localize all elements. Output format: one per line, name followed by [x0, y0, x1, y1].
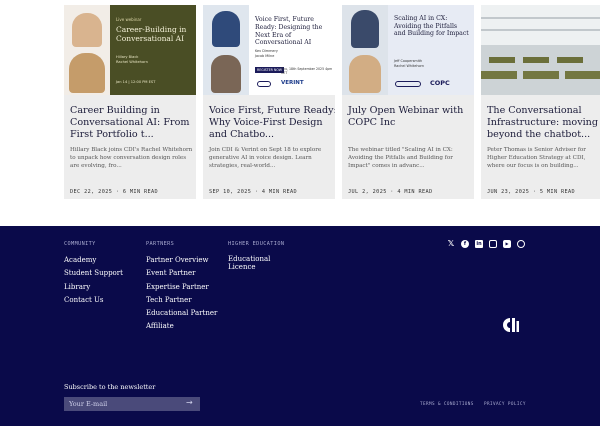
linkedin-icon[interactable]: in	[475, 240, 483, 248]
article-title[interactable]: The Conversational Infrastructure: movin…	[487, 105, 599, 141]
article-meta: SEP 10, 2025 · 4 MIN READ	[209, 189, 298, 195]
footer-link-academy[interactable]: Academy	[64, 254, 123, 267]
cdi-logo	[395, 81, 421, 87]
thumb-kicker: Live webinar	[116, 17, 142, 22]
article-meta: JUL 2, 2025 · 4 MIN READ	[348, 189, 433, 195]
article-card[interactable]: Scaling AI in CX: Avoiding the Pitfalls …	[342, 5, 474, 199]
speaker-photos	[64, 5, 110, 95]
hall-windows	[481, 5, 600, 45]
article-meta: JUN 23, 2025 · 5 MIN READ	[487, 189, 576, 195]
related-articles: Live webinar Career-Building in Conversa…	[0, 0, 600, 226]
footer-heading-higher-education: HIGHER EDUCATION	[228, 241, 285, 247]
speaker-photos	[203, 5, 249, 95]
article-card[interactable]: The Conversational Infrastructure: movin…	[481, 5, 600, 199]
thumb-speakers: Hillary Black Rachel Whitehorn	[116, 55, 148, 64]
article-excerpt: Peter Thomas is Senior Adviser for Highe…	[487, 147, 586, 169]
article-card[interactable]: Live webinar Career-Building in Conversa…	[64, 5, 196, 199]
footer-link-affiliate[interactable]: Affiliate	[146, 320, 217, 333]
thumb-speakers: Jeff Coopersmith Rachel Whitehorn	[394, 59, 425, 68]
footer-links-higher-education: Educational Licence	[228, 255, 288, 271]
speaker-photo	[72, 13, 102, 47]
thumb-heading: Career-Building in Conversational AI	[116, 25, 187, 43]
article-thumbnail[interactable]: Scaling AI in CX: Avoiding the Pitfalls …	[342, 5, 474, 95]
site-footer: COMMUNITY Academy Student Support Librar…	[0, 226, 600, 426]
thumb-date: Jan 14 | 12:00 PM EST	[116, 80, 156, 84]
article-thumbnail[interactable]: Voice First, Future Ready: Designing the…	[203, 5, 335, 95]
instagram-icon[interactable]	[489, 240, 497, 248]
thumb-heading: Scaling AI in CX: Avoiding the Pitfalls …	[394, 15, 469, 38]
article-title[interactable]: Career Building in Conversational AI: Fr…	[70, 105, 196, 141]
article-thumbnail[interactable]: Live webinar Career-Building in Conversa…	[64, 5, 196, 95]
article-title[interactable]: July Open Webinar with COPC Inc	[348, 105, 474, 129]
article-title[interactable]: Voice First, Future Ready: Why Voice-Fir…	[209, 105, 335, 141]
footer-links-partners: Partner Overview Event Partner Expertise…	[146, 254, 217, 334]
article-excerpt: Join CDI & Verint on Sept 18 to explore …	[209, 147, 322, 169]
partner-logo: VERINT	[281, 80, 304, 86]
article-card[interactable]: Voice First, Future Ready: Designing the…	[203, 5, 335, 199]
speaker-photos	[342, 5, 388, 95]
footer-link-student-support[interactable]: Student Support	[64, 267, 123, 280]
footer-link-expertise-partner[interactable]: Expertise Partner	[146, 281, 217, 294]
facebook-icon[interactable]: f	[461, 240, 469, 248]
footer-heading-partners: PARTNERS	[146, 241, 175, 247]
cdi-logo-icon	[503, 318, 519, 332]
x-icon[interactable]: 𝕏	[447, 240, 455, 248]
footer-heading-community: COMMUNITY	[64, 241, 96, 247]
submit-arrow-icon[interactable]: →	[186, 398, 193, 407]
thumb-date: Thu, 18th September 2025 4pm CET	[281, 67, 333, 75]
newsletter-email-input[interactable]	[64, 397, 200, 411]
newsletter-label: Subscribe to the newsletter	[64, 383, 156, 391]
footer-link-tech-partner[interactable]: Tech Partner	[146, 294, 217, 307]
thumb-heading: Voice First, Future Ready: Designing the…	[255, 16, 323, 47]
article-excerpt: Hillary Black joins CDI's Rachel Whiteho…	[70, 147, 193, 169]
footer-link-event-partner[interactable]: Event Partner	[146, 267, 217, 280]
terms-link[interactable]: TERMS & CONDITIONS	[420, 402, 474, 407]
article-excerpt: The webinar titled "Scaling AI in CX: Av…	[348, 147, 453, 169]
register-badge: REGISTER NOW	[255, 67, 284, 73]
speaker-photo	[349, 55, 381, 93]
cdi-logo	[257, 81, 271, 87]
youtube-icon[interactable]: ▶	[503, 240, 511, 248]
thumb-speakers: Kev Dimmery Jacob Milne	[255, 49, 278, 58]
social-links: 𝕏 f in ▶	[447, 240, 525, 248]
footer-link-partner-overview[interactable]: Partner Overview	[146, 254, 217, 267]
partner-logo: COPC	[430, 79, 450, 87]
speaker-photo	[211, 55, 241, 93]
footer-link-library[interactable]: Library	[64, 281, 123, 294]
article-thumbnail[interactable]	[481, 5, 600, 95]
speaker-photo	[69, 53, 105, 93]
speaker-photo	[351, 10, 379, 48]
footer-link-contact-us[interactable]: Contact Us	[64, 294, 123, 307]
whatsapp-icon[interactable]	[517, 240, 525, 248]
article-meta: DEC 22, 2025 · 6 MIN READ	[70, 189, 159, 195]
speaker-photo	[212, 11, 240, 47]
footer-link-educational-partner[interactable]: Educational Partner	[146, 307, 217, 320]
footer-links-community: Academy Student Support Library Contact …	[64, 254, 123, 307]
privacy-link[interactable]: PRIVACY POLICY	[484, 402, 526, 407]
footer-link-educational-licence[interactable]: Educational Licence	[228, 255, 288, 271]
